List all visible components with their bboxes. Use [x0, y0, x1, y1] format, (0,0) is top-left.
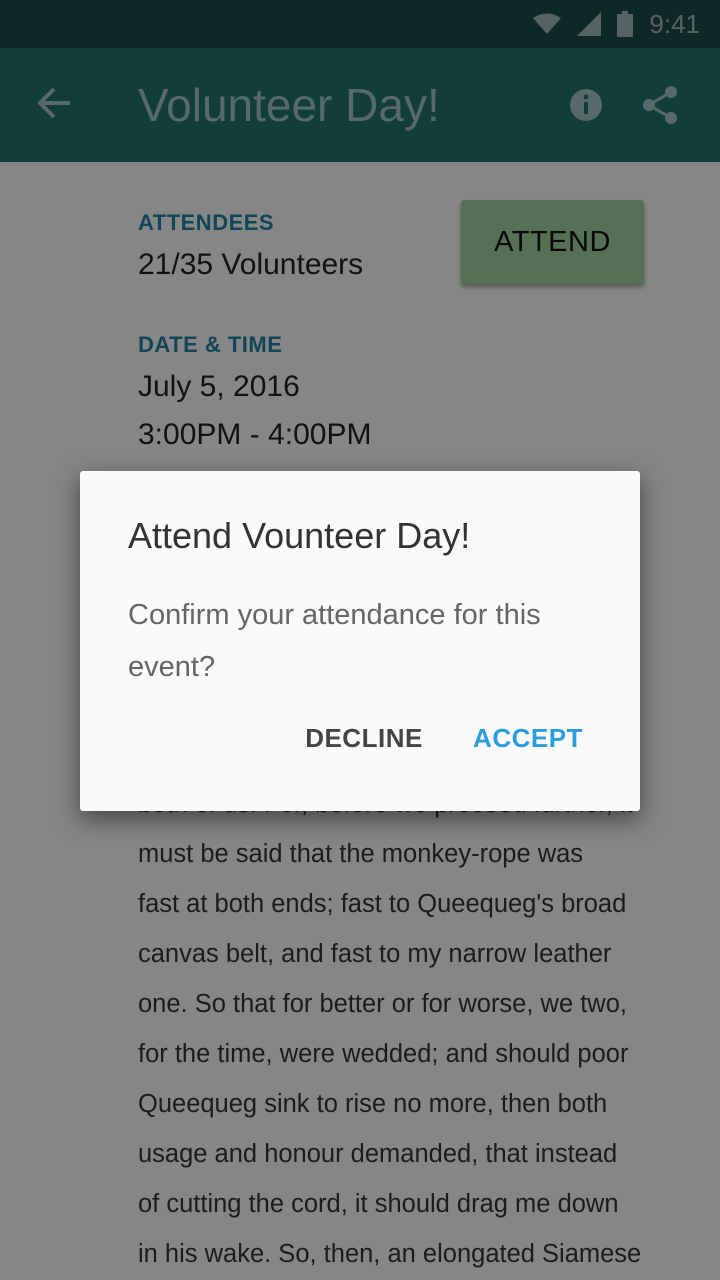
attend-confirm-dialog: Attend Vounteer Day! Confirm your attend…	[80, 471, 640, 811]
dialog-message: Confirm your attendance for this event?	[128, 589, 598, 693]
decline-button[interactable]: DECLINE	[292, 715, 436, 761]
dialog-message-line: Confirm your attendance for this	[128, 599, 541, 631]
accept-button[interactable]: ACCEPT	[464, 715, 592, 761]
dialog-title: Attend Vounteer Day!	[128, 515, 471, 556]
dialog-message-line: event?	[128, 651, 216, 683]
